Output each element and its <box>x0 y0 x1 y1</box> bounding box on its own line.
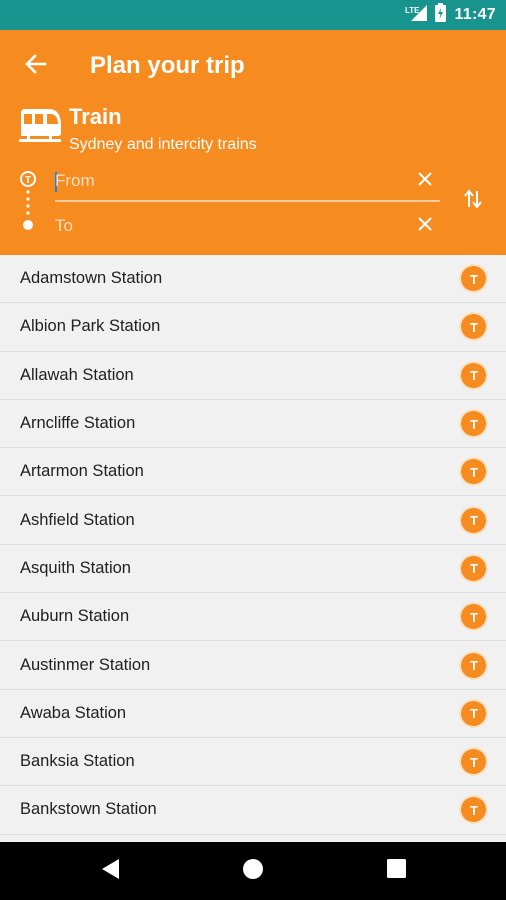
train-badge-letter: T <box>470 706 478 720</box>
station-list: Adamstown Station T Albion Park Station T Al… <box>0 255 506 842</box>
train-badge-letter: T <box>470 513 478 527</box>
from-underline <box>55 200 440 202</box>
nav-home-button[interactable] <box>237 855 269 887</box>
train-badge-icon: T <box>461 652 486 678</box>
train-badge-icon: T <box>461 555 486 581</box>
station-row[interactable]: Auburn Station T <box>0 593 506 642</box>
from-input[interactable] <box>55 166 395 196</box>
train-badge-letter: T <box>470 610 478 624</box>
train-badge-icon: T <box>461 362 486 388</box>
to-input[interactable] <box>55 211 395 241</box>
mode-subtitle: Sydney and intercity trains <box>69 136 257 153</box>
station-name: Bankstown Station <box>20 800 157 819</box>
nav-back-button[interactable] <box>95 855 127 887</box>
train-badge-letter: T <box>470 803 478 817</box>
station-name: Asquith Station <box>20 558 131 577</box>
station-row[interactable]: Awaba Station T <box>0 690 506 738</box>
station-row[interactable]: Albion Park Station T <box>0 303 506 352</box>
status-time: 11:47 <box>454 6 496 23</box>
mode-title: Train <box>69 104 122 129</box>
station-row[interactable]: Austinmer Station T <box>0 641 506 690</box>
to-field <box>55 207 440 247</box>
close-icon <box>418 171 432 191</box>
train-badge-letter: T <box>470 272 478 286</box>
station-name: Artarmon Station <box>20 462 144 481</box>
station-row[interactable]: Asquith Station T <box>0 545 506 594</box>
station-name: Allawah Station <box>20 365 134 384</box>
train-badge-letter: T <box>470 320 478 334</box>
train-badge-letter: T <box>470 658 478 672</box>
status-bar: LTE 11:47 <box>0 0 506 30</box>
train-badge-letter: T <box>470 465 478 479</box>
train-badge-letter: T <box>470 368 478 382</box>
train-badge-icon: T <box>461 700 486 726</box>
train-badge-icon: T <box>461 411 486 437</box>
lte-signal-icon: LTE <box>405 4 428 27</box>
nav-recents-button[interactable] <box>380 855 412 887</box>
station-row[interactable]: Arncliffe Station T <box>0 400 506 449</box>
back-triangle-icon <box>101 858 121 885</box>
from-field <box>55 162 440 202</box>
svg-text:T: T <box>25 175 31 186</box>
svg-text:LTE: LTE <box>405 6 420 15</box>
clear-from-button[interactable] <box>410 166 440 196</box>
recents-square-icon <box>386 859 406 883</box>
train-badge-icon: T <box>461 749 486 775</box>
train-badge-icon: T <box>461 266 486 292</box>
train-badge-letter: T <box>470 417 478 431</box>
station-row[interactable]: Bankstown Station T <box>0 786 506 835</box>
train-badge-icon: T <box>461 797 486 823</box>
clear-to-button[interactable] <box>410 211 440 241</box>
train-badge-icon: T <box>461 314 486 340</box>
train-badge-icon: T <box>461 459 486 485</box>
station-name: Albion Park Station <box>20 317 161 336</box>
back-button[interactable] <box>18 48 54 84</box>
station-name: Arncliffe Station <box>20 414 136 433</box>
status-icons: LTE 11:47 <box>405 0 496 30</box>
train-badge-letter: T <box>470 561 478 575</box>
station-name: Auburn Station <box>20 607 130 626</box>
station-row[interactable]: Allawah Station T <box>0 352 506 400</box>
battery-icon <box>435 3 447 27</box>
home-circle-icon <box>242 858 264 885</box>
route-indicator-icon: T <box>19 170 37 232</box>
station-row[interactable]: Banksia Station T <box>0 738 506 787</box>
navigation-bar <box>0 842 506 900</box>
station-row[interactable]: Artarmon Station T <box>0 448 506 497</box>
station-row[interactable]: Adamstown Station T <box>0 255 506 304</box>
station-row[interactable]: Ashfield Station T <box>0 496 506 545</box>
station-name: Adamstown Station <box>20 269 163 288</box>
page-title: Plan your trip <box>90 52 245 79</box>
arrow-left-icon <box>25 53 47 80</box>
train-icon <box>19 107 61 145</box>
train-badge-letter: T <box>470 755 478 769</box>
train-badge-icon: T <box>461 604 486 630</box>
station-name: Ashfield Station <box>20 510 135 529</box>
close-icon <box>418 216 432 236</box>
station-name: Banksia Station <box>20 752 135 771</box>
train-badge-icon: T <box>461 507 486 533</box>
station-name: Awaba Station <box>20 703 127 722</box>
swap-vertical-icon <box>464 188 482 214</box>
station-name: Austinmer Station <box>20 655 151 674</box>
swap-button[interactable] <box>458 186 488 216</box>
trip-planner-header: Plan your trip Train Sydney and intercit… <box>0 30 506 255</box>
